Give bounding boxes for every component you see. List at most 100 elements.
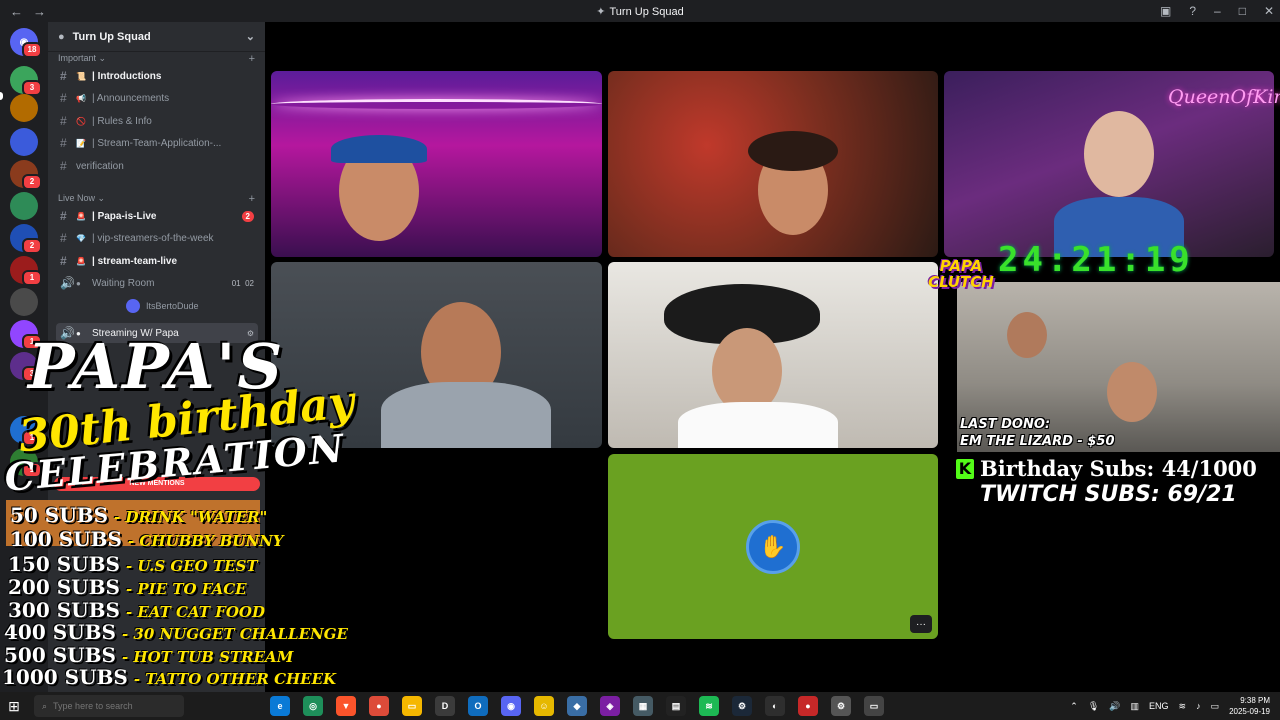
dell-icon[interactable]: D <box>435 696 455 716</box>
voice-user[interactable]: ItsBertoDude <box>126 298 199 314</box>
more-options-button[interactable]: ··· <box>910 615 932 633</box>
home-button[interactable]: ◉18 <box>10 28 42 58</box>
app-icon[interactable]: ● <box>798 696 818 716</box>
channel-announcements[interactable]: # 📢 | Announcements <box>56 88 258 108</box>
goal-item: 100 SUBS - CHUBBY BUNNY <box>10 527 284 551</box>
category-important[interactable]: Important ⌄ + <box>58 53 255 65</box>
app-icon[interactable]: ◆ <box>567 696 587 716</box>
snapchat-icon[interactable]: ☺ <box>534 696 554 716</box>
goal-item: 1000 SUBS - TATTO OTHER CHEEK <box>2 665 337 689</box>
goal-item: 300 SUBS - EAT CAT FOOD <box>8 598 265 622</box>
channel-stream-team-application[interactable]: # 📝 | Stream-Team-Application-... <box>56 133 258 153</box>
system-tray: ⌃ 🎙 🔊 ▥ ENG ≋ ♪ ▭ 9:38 PM 2025-09-19 <box>1070 692 1270 720</box>
participant-face <box>1084 111 1154 197</box>
minimize-button[interactable]: – <box>1214 4 1221 18</box>
copilot-icon[interactable]: ◎ <box>303 696 323 716</box>
goal-item: 500 SUBS - HOT TUB STREAM <box>4 643 294 667</box>
server-icon[interactable]: 3 <box>10 66 42 96</box>
settings-icon[interactable]: ⚙ <box>831 696 851 716</box>
steam-icon[interactable]: ⚙ <box>732 696 752 716</box>
app-icon[interactable]: ▦ <box>633 696 653 716</box>
video-tile[interactable] <box>608 71 938 257</box>
close-button[interactable]: ✕ <box>1264 4 1274 18</box>
record-dot-icon: ● <box>76 278 81 288</box>
shirt <box>678 402 838 448</box>
windows-start-icon[interactable]: ⊞ <box>0 698 28 715</box>
selected-indicator <box>0 92 3 100</box>
channel-papa-is-live[interactable]: # 🚨 | Papa-is-Live 2 <box>56 206 258 226</box>
channel-vip-streamers[interactable]: # 💎 | vip-streamers-of-the-week <box>56 228 258 248</box>
window-title: ✦ Turn Up Squad <box>596 5 684 18</box>
hash-icon: # <box>60 231 67 245</box>
twitch-subs: TWITCH SUBS: 69/21 <box>980 482 1237 507</box>
last-donation: LAST DONO: EM THE LIZARD - $50 <box>960 417 1115 449</box>
server-icon[interactable] <box>10 288 38 316</box>
forward-arrow-icon[interactable]: → <box>33 4 46 19</box>
network-icon[interactable]: ▥ <box>1130 701 1139 712</box>
streamer-name: QueenOfKings17 <box>1168 86 1280 108</box>
hash-icon: # <box>60 209 67 223</box>
discord-app-icon[interactable]: ◉ <box>501 696 521 716</box>
mention-badge: 2 <box>241 210 254 222</box>
taskbar-apps: e ◎ ▼ ● ▭ D O ◉ ☺ ◆ ◈ ▦ ▤ ≋ ⚙ ◐ ● ⚙ ▭ <box>270 696 884 716</box>
folder-icon[interactable]: ▭ <box>402 696 422 716</box>
video-tile-no-camera[interactable]: ✋ ··· <box>608 454 938 639</box>
add-channel-icon[interactable]: + <box>249 53 255 65</box>
channel-rules-info[interactable]: # 🚫 | Rules & Info <box>56 111 258 131</box>
maximize-button[interactable]: □ <box>1239 4 1246 18</box>
hash-icon: # <box>60 69 67 83</box>
app-icon[interactable]: ▤ <box>666 696 686 716</box>
video-tile[interactable] <box>271 71 602 257</box>
volume-icon[interactable]: 🔊 <box>1109 701 1120 712</box>
taskbar-search[interactable]: ⌕ <box>34 695 184 717</box>
app-icon[interactable]: ◐ <box>765 696 785 716</box>
hash-icon: # <box>60 136 67 150</box>
channel-introductions[interactable]: # 📜 | Introductions <box>56 66 258 86</box>
speaker-icon: 🔊 <box>60 276 75 290</box>
app-icon[interactable]: ▭ <box>864 696 884 716</box>
video-tile[interactable] <box>608 262 938 448</box>
help-icon[interactable]: ? <box>1189 4 1196 18</box>
server-icon[interactable] <box>10 128 38 156</box>
goal-item: 150 SUBS - U.S GEO TEST <box>8 552 258 576</box>
outlook-icon[interactable]: O <box>468 696 488 716</box>
stream-timer: 24:21:19 <box>998 240 1194 280</box>
category-live-now[interactable]: Live Now ⌄ + <box>58 193 255 205</box>
guild-header[interactable]: ● Turn Up Squad ⌄ <box>48 22 265 52</box>
kick-icon: K <box>956 458 974 479</box>
taskbar: ⊞ ⌕ e ◎ ▼ ● ▭ D O ◉ ☺ ◆ ◈ ▦ ▤ ≋ ⚙ ◐ ● ⚙ … <box>0 692 1280 720</box>
language-indicator[interactable]: ENG <box>1149 701 1169 711</box>
battery-icon[interactable]: ▭ <box>1211 701 1220 712</box>
app-icon[interactable]: ◈ <box>600 696 620 716</box>
voice-channel-waiting-room[interactable]: 🔊 ● Waiting Room 01 02 <box>56 273 258 293</box>
hash-icon: # <box>60 254 67 268</box>
avatar <box>126 299 140 313</box>
server-icon[interactable]: 1 <box>10 256 42 286</box>
user-count: 01 02 <box>231 278 254 288</box>
brave-icon[interactable]: ▼ <box>336 696 356 716</box>
participant-face <box>1007 312 1047 358</box>
server-icon[interactable] <box>10 94 38 122</box>
clock[interactable]: 9:38 PM 2025-09-19 <box>1229 695 1270 717</box>
search-input[interactable] <box>53 701 164 711</box>
speaker-icon[interactable]: ♪ <box>1196 701 1201 711</box>
back-arrow-icon[interactable]: ← <box>10 4 23 19</box>
channel-verification[interactable]: # verification <box>56 156 258 176</box>
wifi-icon[interactable]: ≋ <box>1179 701 1187 712</box>
server-icon[interactable]: 2 <box>10 224 42 254</box>
goal-item: 50 SUBS - DRINK "WATER" <box>10 503 268 527</box>
participant-face <box>1107 362 1157 422</box>
search-icon: ⌕ <box>42 700 48 711</box>
channel-stream-team-live[interactable]: # 🚨 | stream-team-live <box>56 251 258 271</box>
microphone-icon[interactable]: 🎙 <box>1088 701 1099 712</box>
chrome-icon[interactable]: ● <box>369 696 389 716</box>
spotify-icon[interactable]: ≋ <box>699 696 719 716</box>
server-icon[interactable] <box>10 192 38 220</box>
edge-icon[interactable]: e <box>270 696 290 716</box>
server-icon[interactable]: 2 <box>10 160 42 190</box>
chevron-up-icon[interactable]: ⌃ <box>1070 701 1078 712</box>
inbox-icon[interactable]: ▣ <box>1160 4 1171 18</box>
add-channel-icon[interactable]: + <box>249 193 255 205</box>
guild-icon: ● <box>58 30 65 43</box>
hash-icon: # <box>60 159 67 173</box>
